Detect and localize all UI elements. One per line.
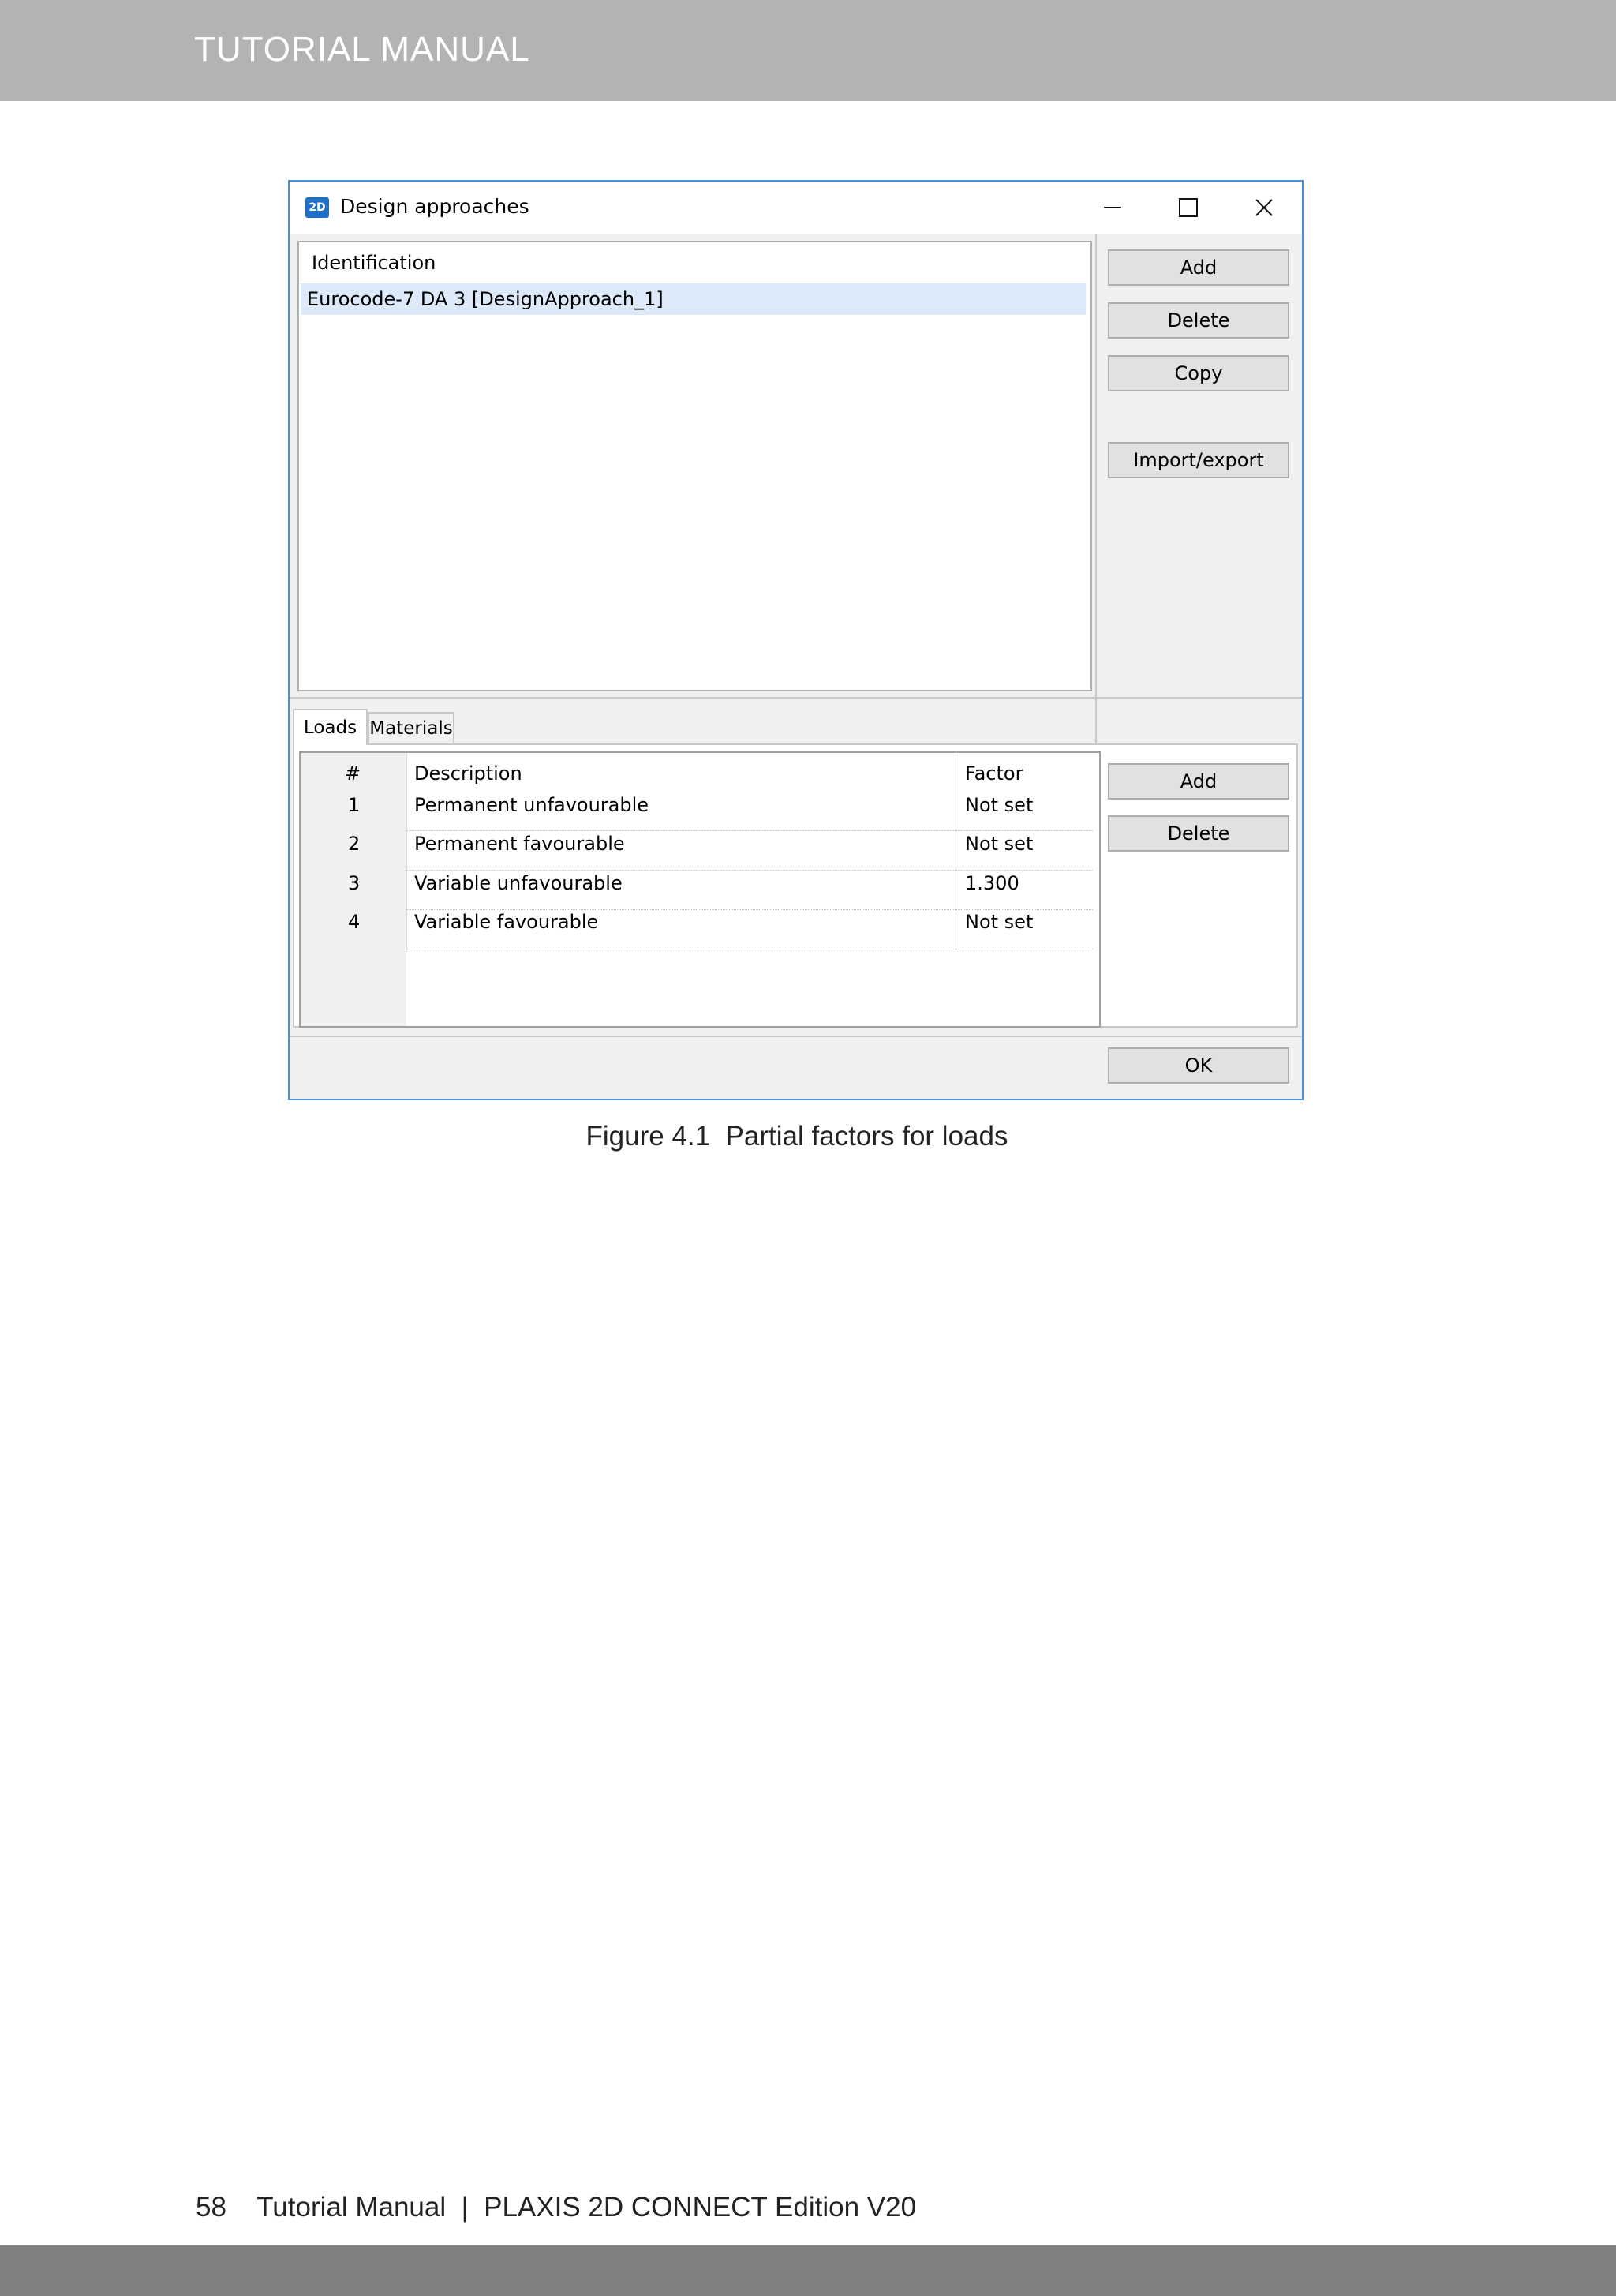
row-number: 1 — [348, 794, 361, 816]
import-export-button[interactable]: Import/export — [1108, 442, 1289, 478]
row-divider — [406, 909, 1093, 910]
load-factor[interactable]: 1.300 — [965, 872, 1019, 894]
add-approach-button[interactable]: Add — [1108, 249, 1289, 286]
design-approaches-dialog: 2D Design approaches Identification Euro… — [288, 180, 1304, 1100]
load-factor[interactable]: Not set — [965, 794, 1033, 816]
footer-divider — [290, 1036, 1302, 1037]
ok-button[interactable]: OK — [1108, 1047, 1289, 1084]
identification-header: Identification — [312, 252, 436, 274]
row-number: 4 — [348, 911, 361, 933]
load-description[interactable]: Variable favourable — [414, 911, 598, 933]
figure-caption: Figure 4.1 Partial factors for loads — [585, 1121, 1008, 1152]
copy-approach-button[interactable]: Copy — [1108, 355, 1289, 391]
close-icon — [1255, 199, 1273, 216]
close-button[interactable] — [1236, 189, 1292, 226]
row-divider — [406, 870, 1093, 871]
page-number: 58 — [196, 2192, 226, 2223]
column-header-description: Description — [414, 762, 522, 785]
horizontal-divider — [290, 697, 1302, 699]
add-load-button[interactable]: Add — [1108, 763, 1289, 800]
column-divider — [406, 753, 407, 952]
minimize-button[interactable] — [1085, 189, 1140, 226]
title-bar[interactable]: 2D Design approaches — [290, 182, 1302, 234]
page-footer: 58 Tutorial Manual | PLAXIS 2D CONNECT E… — [196, 2192, 916, 2223]
design-approach-item[interactable]: Eurocode-7 DA 3 [DesignApproach_1] — [301, 283, 1086, 315]
row-divider — [406, 830, 1093, 831]
header-title: TUTORIAL MANUAL — [194, 30, 530, 69]
delete-approach-button[interactable]: Delete — [1108, 302, 1289, 339]
footer-text: Tutorial Manual | PLAXIS 2D CONNECT Edit… — [256, 2192, 917, 2223]
tab-materials[interactable]: Materials — [368, 712, 454, 745]
window-title: Design approaches — [340, 195, 529, 218]
row-number: 2 — [348, 833, 361, 855]
row-number: 3 — [348, 872, 361, 894]
load-description[interactable]: Permanent unfavourable — [414, 794, 649, 816]
footer-band — [0, 2245, 1616, 2296]
load-factor[interactable]: Not set — [965, 911, 1033, 933]
load-description[interactable]: Variable unfavourable — [414, 872, 623, 894]
load-factor[interactable]: Not set — [965, 833, 1033, 855]
loads-table[interactable]: # Description Factor 1 Permanent unfavou… — [299, 751, 1101, 1028]
maximize-button[interactable] — [1161, 189, 1216, 226]
maximize-icon — [1179, 198, 1198, 217]
tab-loads[interactable]: Loads — [293, 709, 368, 745]
column-header-factor: Factor — [965, 762, 1023, 785]
plaxis-2d-icon: 2D — [305, 197, 329, 218]
delete-load-button[interactable]: Delete — [1108, 815, 1289, 852]
column-header-number: # — [345, 762, 361, 785]
identification-list[interactable]: Identification Eurocode-7 DA 3 [DesignAp… — [297, 241, 1092, 691]
minimize-icon — [1104, 207, 1121, 208]
header-band: TUTORIAL MANUAL — [0, 0, 1616, 101]
load-description[interactable]: Permanent favourable — [414, 833, 625, 855]
